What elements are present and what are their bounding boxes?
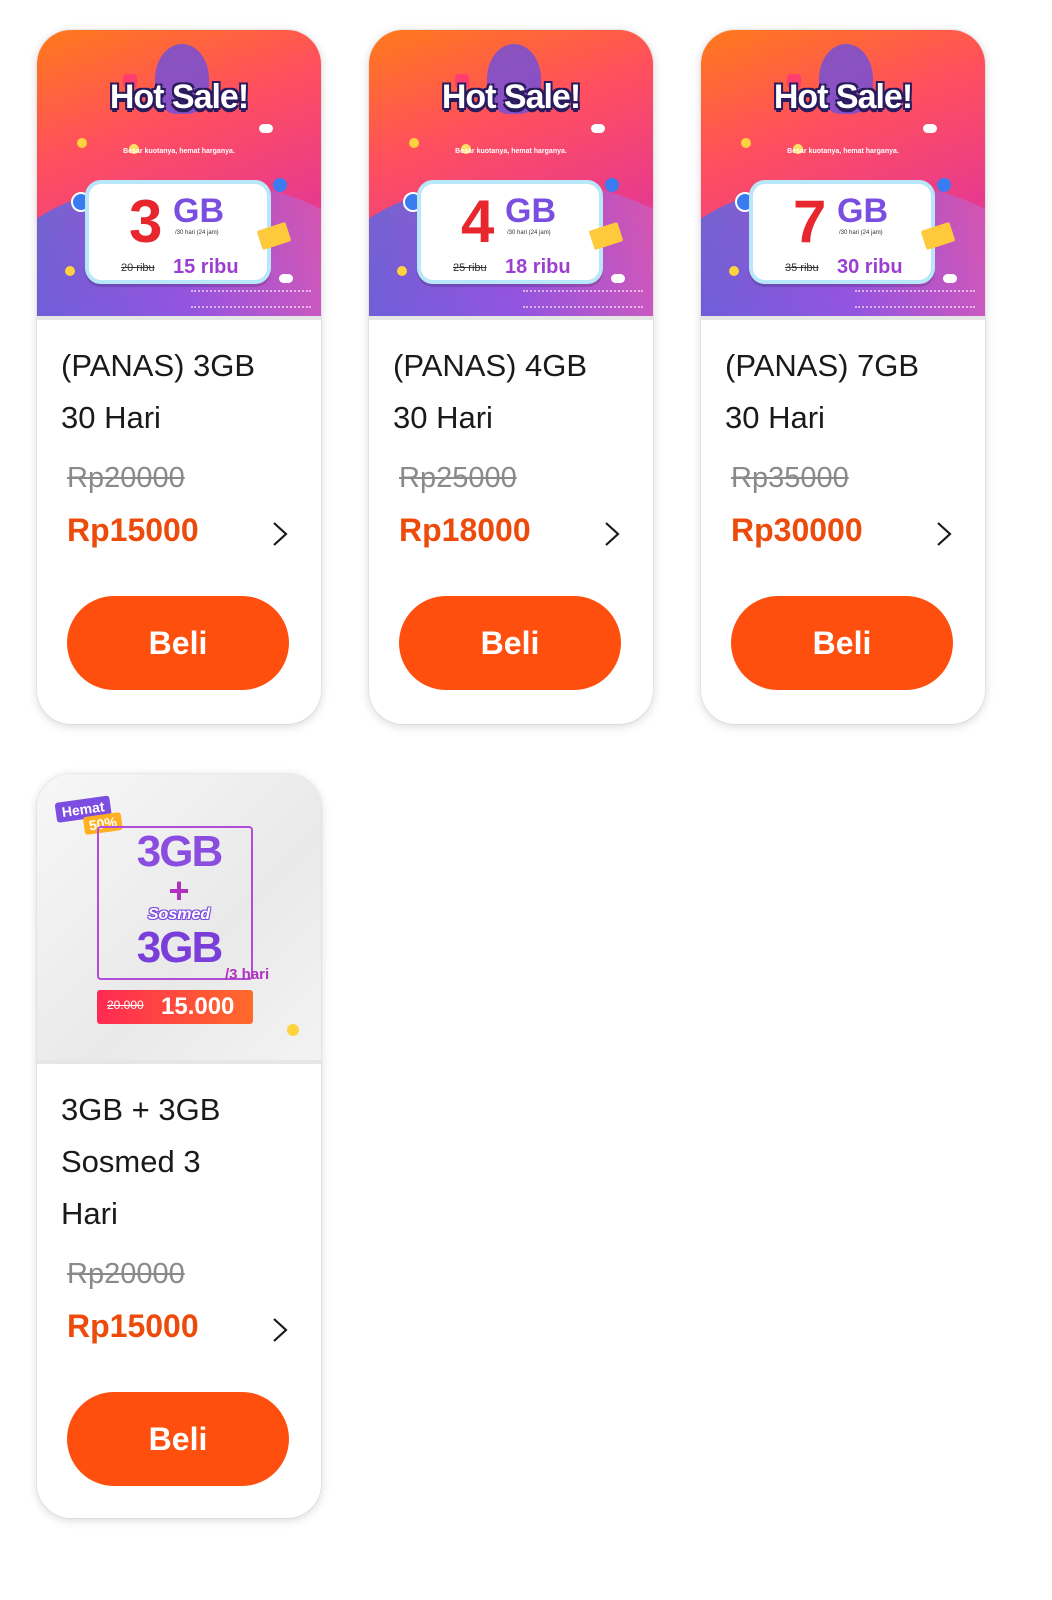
price-row[interactable]: Rp15000 <box>61 1304 293 1362</box>
hot-sale-tagline: Besar kuotanya, hemat harganya. <box>455 148 567 155</box>
discounted-price: Rp15000 <box>67 1308 199 1344</box>
original-price: Rp20000 <box>67 1258 185 1290</box>
product-title: (PANAS) 3GB 30 Hari <box>61 348 256 435</box>
chevron-right-icon[interactable] <box>601 520 623 548</box>
banner-old-price: 20 ribu <box>121 262 155 274</box>
banner-price-tag: 20.000 15.000 <box>97 990 253 1024</box>
cloud-icon <box>611 274 625 283</box>
hot-sale-headline: Hot Sale! <box>441 78 581 116</box>
quota-offer-box: 3 GB /30 hari (24 jam) 20 ribu 15 ribu <box>85 180 271 284</box>
product-card-4gb[interactable]: Hot Sale! Besar kuotanya, hemat harganya… <box>369 30 653 724</box>
sosmed-label: Sosmed <box>147 906 211 923</box>
cloud-icon <box>923 124 937 133</box>
price-row[interactable]: Rp15000 <box>61 508 293 566</box>
banner-new-price: 15 ribu <box>173 256 239 278</box>
quota-unit: GB <box>837 192 888 230</box>
banner-old-price: 35 ribu <box>785 262 819 274</box>
buy-button[interactable]: Beli <box>399 596 621 690</box>
fine-print <box>855 290 975 308</box>
quota-number: 7 <box>793 188 827 255</box>
hot-sale-banner: Hot Sale! Besar kuotanya, hemat harganya… <box>701 30 985 316</box>
chevron-right-icon[interactable] <box>269 1316 291 1344</box>
buy-button[interactable]: Beli <box>67 1392 289 1486</box>
fine-print <box>191 290 311 308</box>
heart-bubble-icon <box>605 178 619 192</box>
banner-divider <box>37 1060 321 1064</box>
quota-offer-box: 7 GB /30 hari (24 jam) 35 ribu 30 ribu <box>749 180 935 284</box>
banner-divider <box>369 316 653 320</box>
star-icon <box>65 266 75 276</box>
banner-divider <box>701 316 985 320</box>
hot-sale-headline: Hot Sale! <box>109 78 249 116</box>
discounted-price: Rp18000 <box>399 512 531 548</box>
location-pin-icon <box>77 138 87 148</box>
banner-divider <box>37 316 321 320</box>
product-title: (PANAS) 7GB 30 Hari <box>725 348 920 435</box>
buy-button[interactable]: Beli <box>67 596 289 690</box>
banner-old-price: 25 ribu <box>453 262 487 274</box>
cloud-icon <box>591 124 605 133</box>
cloud-icon <box>943 274 957 283</box>
hot-sale-banner: Hot Sale! Besar kuotanya, hemat harganya… <box>369 30 653 316</box>
main-quota: 3GB <box>136 827 223 876</box>
product-card-7gb[interactable]: Hot Sale! Besar kuotanya, hemat harganya… <box>701 30 985 724</box>
buy-button[interactable]: Beli <box>731 596 953 690</box>
quota-period: /30 hari (24 jam) <box>507 230 551 236</box>
card-body: (PANAS) 7GB 30 Hari Rp35000 Rp30000 Beli <box>701 340 985 718</box>
location-pin-icon <box>741 138 751 148</box>
sosmed-quota: 3GB <box>136 923 223 972</box>
plus-sign: + <box>168 870 190 911</box>
heart-bubble-icon <box>273 178 287 192</box>
discounted-price: Rp15000 <box>67 512 199 548</box>
star-icon <box>729 266 739 276</box>
discounted-price: Rp30000 <box>731 512 863 548</box>
hot-sale-headline: Hot Sale! <box>773 78 913 116</box>
card-body: 3GB + 3GB Sosmed 3 Hari Rp20000 Rp15000 … <box>37 1084 321 1514</box>
location-pin-icon <box>409 138 419 148</box>
quota-unit: GB <box>505 192 556 230</box>
banner-new-price: 15.000 <box>161 993 235 1020</box>
banner-new-price: 30 ribu <box>837 256 903 278</box>
original-price: Rp35000 <box>731 462 849 494</box>
hot-sale-banner: Hot Sale! Besar kuotanya, hemat harganya… <box>37 30 321 316</box>
product-card-3gb-sosmed[interactable]: Hemat 50% 3GB + Sosmed 3GB /3 hari 20.00… <box>37 774 321 1518</box>
sosmed-promo-banner: Hemat 50% 3GB + Sosmed 3GB /3 hari 20.00… <box>37 774 321 1060</box>
quota-offer-box: 4 GB /30 hari (24 jam) 25 ribu 18 ribu <box>417 180 603 284</box>
chevron-right-icon[interactable] <box>933 520 955 548</box>
banner-old-price: 20.000 <box>107 998 144 1012</box>
star-icon <box>397 266 407 276</box>
cloud-icon <box>259 124 273 133</box>
star-icon <box>287 1024 299 1036</box>
fine-print <box>523 290 643 308</box>
quota-period: /30 hari (24 jam) <box>839 230 883 236</box>
original-price: Rp25000 <box>399 462 517 494</box>
quota-number: 4 <box>461 188 495 255</box>
quota-period: /3 hari <box>225 966 270 983</box>
original-price: Rp20000 <box>67 462 185 494</box>
card-body: (PANAS) 3GB 30 Hari Rp20000 Rp15000 Beli <box>37 340 321 718</box>
product-title: 3GB + 3GB Sosmed 3 Hari <box>61 1092 221 1231</box>
banner-new-price: 18 ribu <box>505 256 571 278</box>
price-row[interactable]: Rp30000 <box>725 508 957 566</box>
heart-bubble-icon <box>937 178 951 192</box>
card-body: (PANAS) 4GB 30 Hari Rp25000 Rp18000 Beli <box>369 340 653 718</box>
hot-sale-tagline: Besar kuotanya, hemat harganya. <box>787 148 899 155</box>
cloud-icon <box>279 274 293 283</box>
quota-period: /30 hari (24 jam) <box>175 230 219 236</box>
product-title: (PANAS) 4GB 30 Hari <box>393 348 588 435</box>
quota-unit: GB <box>173 192 224 230</box>
quota-number: 3 <box>129 188 163 255</box>
price-row[interactable]: Rp18000 <box>393 508 625 566</box>
hot-sale-tagline: Besar kuotanya, hemat harganya. <box>123 148 235 155</box>
chevron-right-icon[interactable] <box>269 520 291 548</box>
product-card-3gb[interactable]: Hot Sale! Besar kuotanya, hemat harganya… <box>37 30 321 724</box>
